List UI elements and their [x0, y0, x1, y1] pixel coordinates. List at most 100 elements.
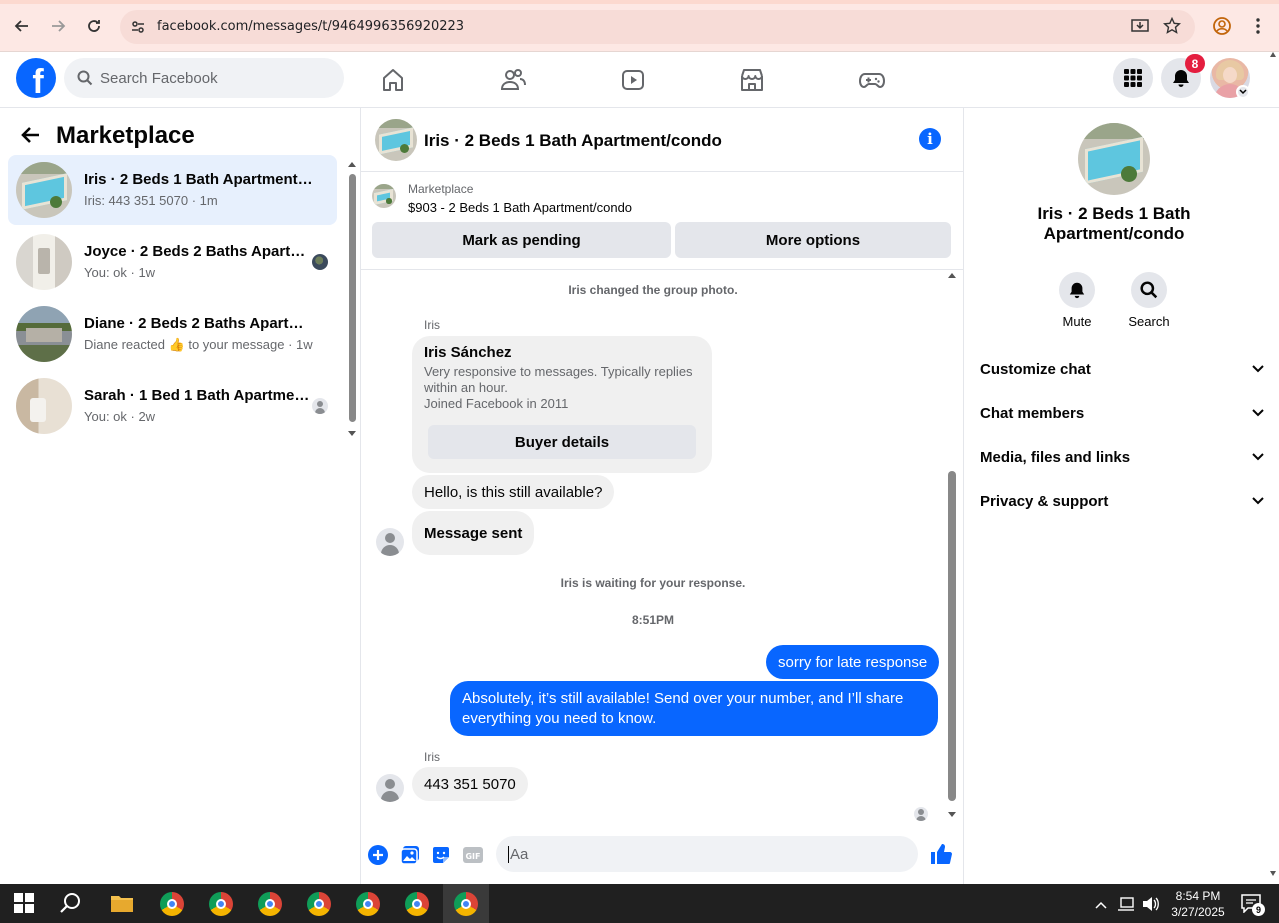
- list-item[interactable]: Sarah · 1 Bed 1 Bath Apartmen... You: ok…: [8, 371, 337, 441]
- browser-menu-button[interactable]: [1246, 14, 1270, 38]
- taskbar-clock[interactable]: 8:54 PM 3/27/2025: [1168, 888, 1228, 920]
- chat-avatar-large[interactable]: [1078, 123, 1150, 195]
- chrome-profile-icon[interactable]: [405, 892, 429, 916]
- buyer-description: Very responsive to messages. Typically r…: [424, 364, 704, 412]
- address-bar[interactable]: facebook.com/messages/t/9464996356920223: [120, 10, 1195, 44]
- buyer-profile-card: Iris Sánchez Very responsive to messages…: [412, 336, 712, 473]
- system-message: Iris changed the group photo.: [568, 283, 738, 297]
- chevron-down-icon[interactable]: [1236, 85, 1250, 99]
- message-placeholder: Aa: [508, 846, 529, 863]
- thumbs-up-icon[interactable]: [929, 842, 953, 866]
- install-app-button[interactable]: [1128, 14, 1152, 38]
- conversation-title: Diane · 2 Beds 2 Baths Apartme...: [84, 315, 314, 332]
- plus-icon[interactable]: [367, 844, 389, 866]
- conversation-title: Iris · 2 Beds 1 Bath Apartment/c...: [84, 171, 314, 188]
- bell-icon: [1069, 282, 1085, 299]
- sender-name: Iris: [424, 750, 440, 764]
- mute-label: Mute: [1062, 314, 1092, 329]
- back-button[interactable]: [10, 14, 34, 38]
- section-label: Privacy & support: [980, 492, 1109, 510]
- gaming-icon[interactable]: [858, 66, 886, 94]
- back-arrow-icon[interactable]: [20, 124, 42, 151]
- conversation-preview: You: ok · 1w: [84, 265, 156, 280]
- home-icon[interactable]: [379, 66, 407, 94]
- info-icon[interactable]: i: [919, 128, 941, 150]
- marketplace-icon[interactable]: [738, 66, 766, 94]
- notification-center-icon[interactable]: 9: [1240, 893, 1265, 917]
- search-icon[interactable]: [60, 892, 84, 916]
- bookmark-button[interactable]: [1160, 14, 1184, 38]
- windows-start-icon[interactable]: [13, 892, 37, 916]
- gif-icon[interactable]: GIF: [462, 844, 484, 866]
- buyer-details-button[interactable]: Buyer details: [428, 425, 696, 459]
- clock-date: 3/27/2025: [1171, 905, 1225, 919]
- media-files-links-section[interactable]: Media, files and links: [980, 435, 1264, 479]
- seen-avatar: [312, 254, 328, 270]
- my-message-bubble[interactable]: Absolutely, it’s still available! Send o…: [450, 681, 938, 736]
- list-item[interactable]: Joyce · 2 Beds 2 Baths Apartm... You: ok…: [8, 227, 337, 297]
- friends-icon[interactable]: [499, 66, 527, 94]
- forward-button[interactable]: [46, 14, 70, 38]
- network-icon[interactable]: [1117, 896, 1135, 912]
- facebook-logo[interactable]: f: [16, 58, 56, 98]
- message-bubble[interactable]: Hello, is this still available?: [412, 475, 615, 509]
- message-bubble[interactable]: Message sent: [412, 511, 535, 555]
- arrow-right-icon: [52, 20, 66, 32]
- section-label: Media, files and links: [980, 448, 1131, 466]
- tab-strip: [0, 0, 1279, 4]
- mark-pending-button[interactable]: Mark as pending: [372, 222, 671, 258]
- scroll-up-icon: [948, 273, 956, 278]
- list-item[interactable]: Iris · 2 Beds 1 Bath Apartment/c... Iris…: [8, 155, 337, 225]
- file-explorer-icon[interactable]: [110, 892, 134, 916]
- listing-thumbnail: [16, 234, 72, 290]
- profile-button[interactable]: [1210, 14, 1234, 38]
- facebook-top-nav: f Search Facebook 8: [0, 52, 1279, 108]
- chevron-up-icon[interactable]: [1095, 896, 1109, 910]
- scrollbar[interactable]: [347, 162, 357, 442]
- chat-scrollbar[interactable]: [945, 271, 959, 821]
- menu-button[interactable]: [1113, 58, 1153, 98]
- video-icon[interactable]: [619, 66, 647, 94]
- message-input[interactable]: Aa: [496, 836, 1045, 872]
- chrome-profile-icon[interactable]: [356, 892, 380, 916]
- chrome-profile-icon[interactable]: [209, 892, 233, 916]
- more-options-button[interactable]: More options: [675, 222, 951, 258]
- scroll-up-icon[interactable]: [1269, 50, 1277, 58]
- conversation-preview: Iris: 443 351 5070 · 1m: [84, 193, 218, 208]
- conversation-title: Joyce · 2 Beds 2 Baths Apartm...: [84, 243, 314, 260]
- chrome-profile-icon[interactable]: [307, 892, 331, 916]
- svg-text:GIF: GIF: [465, 852, 480, 861]
- reload-button[interactable]: [82, 14, 106, 38]
- notification-count: 9: [1252, 903, 1265, 916]
- customize-chat-section[interactable]: Customize chat: [980, 347, 1264, 391]
- scroll-down-icon[interactable]: [1269, 870, 1277, 878]
- site-settings-icon[interactable]: [130, 19, 146, 40]
- photo-icon[interactable]: [399, 844, 421, 866]
- list-item[interactable]: Diane · 2 Beds 2 Baths Apartme... Diane …: [8, 299, 337, 369]
- sender-avatar[interactable]: [376, 528, 404, 556]
- listing-thumbnail[interactable]: [372, 184, 396, 208]
- search-input[interactable]: Search Facebook: [64, 58, 344, 98]
- message-bubble[interactable]: 443 351 5070: [412, 767, 528, 801]
- chat-avatar[interactable]: [375, 119, 417, 161]
- sticker-icon[interactable]: [430, 844, 452, 866]
- listing-thumbnail: [16, 306, 72, 362]
- chat-members-section[interactable]: Chat members: [980, 391, 1264, 435]
- chrome-profile-icon[interactable]: [258, 892, 282, 916]
- chat-info-title: Iris · 2 Beds 1 Bath Apartment/condo: [1004, 204, 1224, 244]
- listing-price[interactable]: $903 - 2 Beds 1 Bath Apartment/condo: [408, 200, 632, 215]
- buyer-responsiveness-2: within an hour.: [424, 380, 508, 395]
- sender-avatar[interactable]: [376, 774, 404, 802]
- chat-title[interactable]: Iris · 2 Beds 1 Bath Apartment/condo: [424, 131, 722, 151]
- privacy-support-section[interactable]: Privacy & support: [980, 479, 1264, 523]
- reload-icon: [88, 20, 100, 32]
- mute-button[interactable]: Mute: [1047, 272, 1107, 329]
- chrome-icon[interactable]: [160, 892, 184, 916]
- volume-icon[interactable]: [1142, 896, 1160, 912]
- my-message-bubble[interactable]: sorry for late response: [766, 645, 940, 679]
- message-text-line: Absolutely, it’s still available! Send o…: [462, 690, 904, 707]
- chrome-profile-icon[interactable]: [454, 892, 478, 916]
- buyer-name: Iris Sánchez: [424, 344, 512, 361]
- search-label: Search: [1128, 314, 1170, 329]
- search-chat-button[interactable]: Search: [1119, 272, 1179, 329]
